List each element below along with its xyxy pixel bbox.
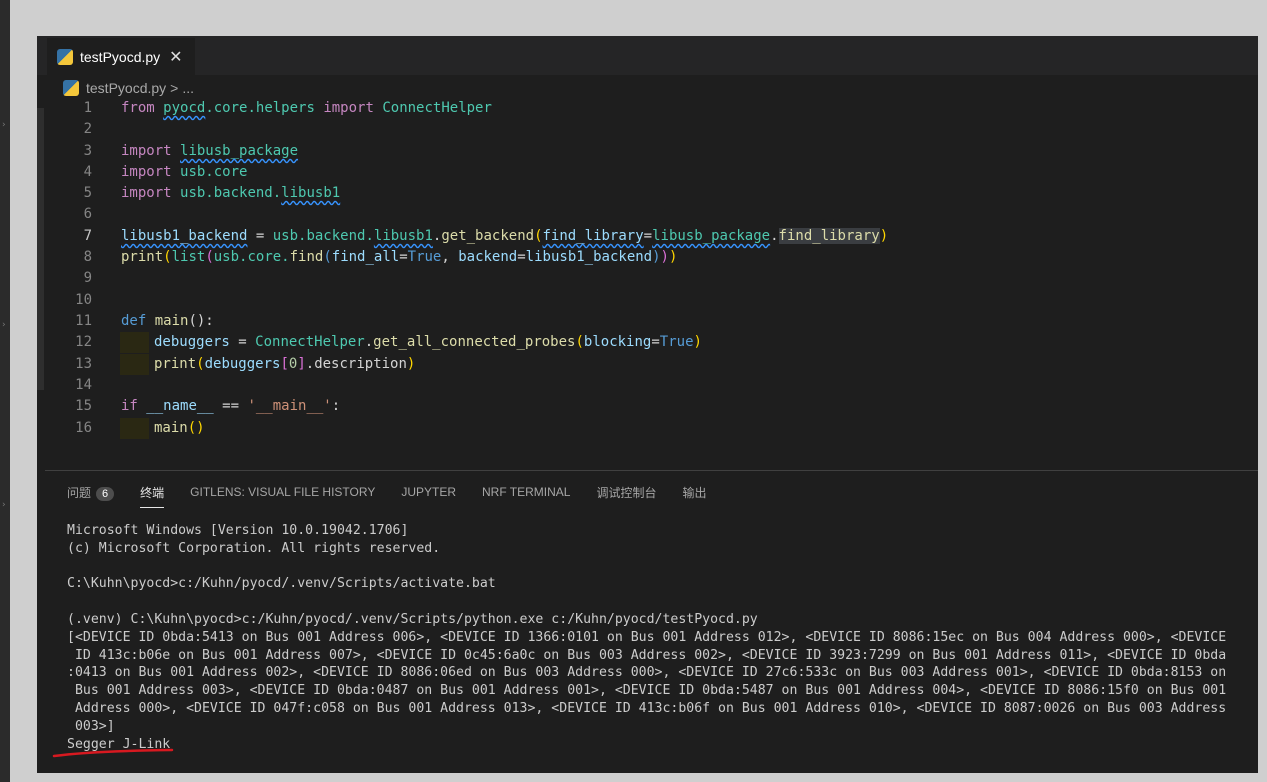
code-line: 8 print(list(usb.core.find(find_all=True…: [37, 247, 1258, 268]
breadcrumb-more[interactable]: ...: [182, 80, 194, 96]
bottom-panel: 问题 6 终端 GITLENS: VISUAL FILE HISTORY JUPY…: [45, 470, 1258, 773]
python-file-icon: [57, 48, 73, 65]
terminal-line: Microsoft Windows [Version 10.0.19042.17…: [67, 523, 409, 538]
panel-tabs: 问题 6 终端 GITLENS: VISUAL FILE HISTORY JUPY…: [67, 481, 733, 508]
code-line: 12 debuggers = ConnectHelper.get_all_con…: [37, 332, 1258, 353]
chevron-right-icon: ›: [2, 120, 6, 130]
code-line: 10: [37, 290, 1258, 311]
terminal-line: :0413 on Bus 001 Address 002>, <DEVICE I…: [67, 665, 1227, 681]
tab-bar: testPyocd.py ✕: [37, 36, 1258, 75]
tab-output[interactable]: 输出: [682, 484, 706, 501]
terminal-line: (.venv) C:\Kuhn\pyocd>c:/Kuhn/pyocd/.ven…: [67, 611, 758, 627]
line-number: 11: [75, 313, 92, 329]
close-icon[interactable]: ✕: [169, 47, 182, 67]
code-line: 11 def main():: [37, 311, 1258, 332]
code-line: 6: [37, 204, 1258, 225]
code-line: 9: [37, 268, 1258, 289]
terminal-line: [<DEVICE ID 0bda:5413 on Bus 001 Address…: [67, 629, 1227, 645]
line-number: 9: [83, 270, 92, 286]
terminal-line: ID 413c:b06e on Bus 001 Address 007>, <D…: [67, 647, 1227, 663]
tab-nrf-terminal[interactable]: NRF TERMINAL: [482, 485, 570, 499]
code-line: 1 from pyocd.core.helpers import Connect…: [37, 98, 1258, 119]
terminal-line: C:\Kuhn\pyocd>c:/Kuhn/pyocd/.venv/Script…: [67, 576, 496, 592]
code-line: 13 print(debuggers[0].description): [37, 354, 1258, 375]
line-number: 13: [75, 356, 92, 372]
tab-problems[interactable]: 问题 6: [67, 484, 115, 501]
code-line: 14: [37, 375, 1258, 396]
line-number: 12: [75, 334, 92, 350]
vscode-editor-window: testPyocd.py ✕ testPyocd.py > ... 1 from…: [37, 36, 1258, 773]
problems-count-badge: 6: [96, 486, 115, 501]
line-number: 6: [83, 206, 92, 222]
line-number: 5: [83, 185, 92, 201]
code-editor[interactable]: 1 from pyocd.core.helpers import Connect…: [37, 98, 1258, 470]
line-number: 15: [75, 398, 92, 414]
indent-guide: [120, 418, 149, 439]
tab-gitlens-history[interactable]: GITLENS: VISUAL FILE HISTORY: [190, 485, 375, 499]
tab-debug-console[interactable]: 调试控制台: [596, 484, 656, 501]
code-line: 4 import usb.core: [37, 162, 1258, 183]
indent-guide: [120, 332, 149, 353]
code-line: 15 if __name__ == '__main__':: [37, 396, 1258, 417]
code-line: 7 libusb1_backend = usb.backend.libusb1.…: [37, 226, 1258, 247]
line-number: 10: [75, 292, 92, 308]
terminal-line: (c) Microsoft Corporation. All rights re…: [67, 540, 441, 556]
code-line: 3 import libusb_package: [37, 141, 1258, 162]
tab-testpyocd[interactable]: testPyocd.py ✕: [47, 38, 195, 75]
probe-description: Segger J-Link: [67, 736, 171, 752]
terminal-line: Address 000>, <DEVICE ID 047f:c058 on Bu…: [67, 700, 1227, 716]
line-number: 4: [83, 164, 92, 180]
indent-guide: [120, 354, 149, 375]
line-number: 14: [75, 377, 92, 393]
red-underline-annotation: [52, 748, 174, 758]
code-line: 5 import usb.backend.libusb1: [37, 183, 1258, 204]
chevron-right-icon: >: [170, 80, 179, 96]
tab-jupyter[interactable]: JUPYTER: [401, 485, 456, 499]
terminal-line: 003>]: [67, 718, 115, 734]
line-number: 3: [83, 143, 92, 159]
line-number: 2: [83, 121, 92, 137]
chevron-right-icon: ›: [2, 320, 6, 330]
tab-terminal[interactable]: 终端: [140, 484, 165, 508]
terminal-output[interactable]: Microsoft Windows [Version 10.0.19042.17…: [67, 522, 1252, 753]
code-line: 2: [37, 119, 1258, 140]
line-number: 7: [83, 228, 92, 244]
breadcrumb-file[interactable]: testPyocd.py: [86, 80, 166, 96]
tab-label: testPyocd.py: [80, 48, 161, 65]
code-line: 16 main(): [37, 418, 1258, 439]
background-window-strip: › › ›: [0, 0, 10, 782]
chevron-right-icon: ›: [2, 500, 6, 510]
line-number: 16: [75, 420, 92, 436]
line-number: 8: [83, 249, 92, 265]
breadcrumb: testPyocd.py > ...: [63, 78, 194, 98]
terminal-line: Bus 001 Address 003>, <DEVICE ID 0bda:04…: [67, 683, 1227, 699]
line-number: 1: [83, 100, 92, 116]
python-file-icon: [63, 80, 79, 96]
